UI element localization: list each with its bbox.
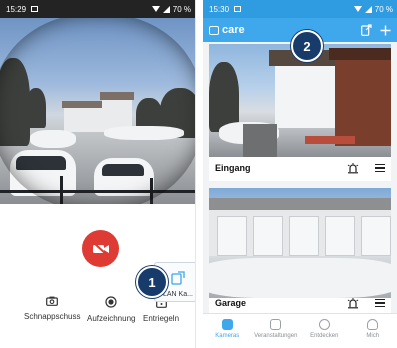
events-nav-icon [270, 319, 282, 330]
gallery-notification-icon [31, 6, 39, 12]
step-badge-2: 2 [291, 30, 323, 62]
nav-label: Entdecken [310, 333, 339, 339]
status-time: 15:30 [209, 4, 230, 14]
wifi-icon [353, 6, 362, 12]
status-bar: 15:29 70 % [0, 0, 195, 18]
status-time: 15:29 [6, 4, 27, 14]
share-icon[interactable] [361, 24, 372, 36]
nav-label: Mich [366, 333, 380, 339]
nav-label: Veranstaltungen [254, 333, 298, 339]
camera-off-icon [92, 241, 109, 256]
unlock-label: Entriegeln [143, 314, 180, 323]
alarm-icon[interactable] [347, 162, 359, 174]
record-icon [105, 296, 117, 308]
camera-card-bar: Eingang [209, 157, 391, 179]
app-logo: care [209, 24, 245, 36]
nav-item-veranstaltungen[interactable]: Veranstaltungen [252, 314, 301, 348]
nav-item-mich[interactable]: Mich [349, 314, 397, 348]
lan-camera-icon [171, 271, 185, 285]
status-bar: 15:30 70 % [203, 0, 397, 18]
app-logo-text: care [222, 24, 245, 36]
signal-icon [162, 5, 170, 13]
snapshot-control[interactable]: Schnappschuss [24, 296, 80, 321]
wifi-icon [151, 6, 160, 12]
step-badge-1: 1 [136, 266, 168, 298]
signal-icon [364, 5, 372, 13]
snapshot-label: Schnappschuss [24, 312, 81, 321]
menu-icon[interactable] [375, 298, 385, 308]
discover-nav-icon [318, 319, 330, 330]
nav-item-entdecken[interactable]: Entdecken [300, 314, 349, 348]
menu-icon[interactable] [375, 163, 385, 173]
end-call-button[interactable] [82, 230, 119, 267]
battery-level: 70 % [374, 4, 393, 14]
camera-controls: Schnappschuss Aufzeichnung Entriegeln LA… [0, 204, 195, 348]
record-label: Aufzeichnung [87, 314, 136, 323]
bottom-navigation: Kameras Veranstaltungen Entdecken Mich [203, 313, 397, 348]
camera-name: Eingang [215, 163, 251, 173]
camera-live-view[interactable] [0, 18, 195, 204]
nav-item-kameras[interactable]: Kameras [203, 314, 252, 348]
record-control[interactable]: Aufzeichnung [87, 296, 135, 323]
add-icon[interactable] [380, 25, 391, 36]
lan-camera-label: LAN Ka... [163, 291, 193, 298]
camera-thumbnail[interactable] [209, 188, 391, 298]
nav-label: Kameras [215, 333, 240, 339]
care-logo-icon [209, 25, 219, 35]
camera-card-eingang[interactable]: Eingang [209, 44, 391, 181]
battery-level: 70 % [172, 4, 191, 14]
gallery-notification-icon [234, 6, 242, 12]
camera-nav-icon [221, 319, 233, 330]
camera-name: Garage [215, 298, 247, 308]
profile-nav-icon [367, 319, 379, 330]
left-phone-screen: 15:29 70 % Schnappschuss Aufzeichnung En… [0, 0, 196, 348]
alarm-icon[interactable] [347, 297, 359, 309]
camera-icon [46, 296, 59, 306]
camera-card-garage[interactable]: Garage [209, 188, 391, 314]
camera-thumbnail[interactable] [209, 44, 391, 157]
right-phone-screen: 15:30 70 % care Eingang Garage 2 Kameras… [203, 0, 397, 348]
camera-card-bar: Garage [209, 292, 391, 314]
